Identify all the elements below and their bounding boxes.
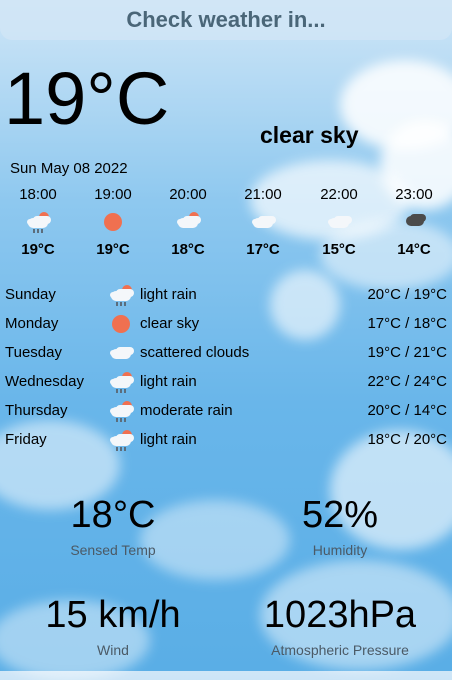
hourly-item: 21:00 17°C xyxy=(233,186,293,258)
day-temp-range: 20°C / 14°C xyxy=(367,402,447,419)
day-name: Sunday xyxy=(5,286,56,303)
pressure-value: 1023hPa xyxy=(263,594,417,636)
search-label: Check weather in... xyxy=(126,7,326,32)
sensed-temp-label: Sensed Temp xyxy=(70,542,156,558)
day-name: Wednesday xyxy=(5,373,84,390)
hourly-item: 23:00 14°C xyxy=(384,186,444,258)
cloud-icon xyxy=(108,340,134,366)
current-date: Sun May 08 2022 xyxy=(10,160,128,177)
cloud-icon xyxy=(309,207,369,237)
sun-icon xyxy=(108,311,134,337)
daily-row: Friday light rain 18°C / 20°C xyxy=(0,427,452,456)
hourly-temp: 17°C xyxy=(246,241,280,258)
daily-row: Monday clear sky 17°C / 18°C xyxy=(0,311,452,340)
humidity-label: Humidity xyxy=(312,542,368,558)
day-name: Tuesday xyxy=(5,344,62,361)
day-name: Thursday xyxy=(5,402,68,419)
day-temp-range: 19°C / 21°C xyxy=(367,344,447,361)
day-condition: moderate rain xyxy=(140,402,233,419)
hourly-forecast: 18:00 19°C 19:00 19°C 20:00 18°C 21:00 17°C 22:0… xyxy=(0,186,452,266)
hourly-time: 19:00 xyxy=(94,186,132,203)
sensed-temp-value: 18°C xyxy=(70,494,156,536)
hourly-temp: 18°C xyxy=(171,241,205,258)
daily-forecast: Sunday light rain 20°C / 19°C Monday clear s… xyxy=(0,282,452,456)
dark-cloud-icon xyxy=(384,207,444,237)
day-temp-range: 22°C / 24°C xyxy=(367,373,447,390)
hourly-time: 21:00 xyxy=(244,186,282,203)
hourly-temp: 19°C xyxy=(21,241,55,258)
humidity-stat: 52% Humidity xyxy=(230,496,450,558)
sensed-temp-stat: 18°C Sensed Temp xyxy=(3,496,223,558)
daily-row: Wednesday light rain 22°C / 24°C xyxy=(0,369,452,398)
current-temperature: 19°C xyxy=(4,57,170,140)
day-temp-range: 18°C / 20°C xyxy=(367,431,447,448)
light-rain-icon xyxy=(108,427,134,453)
light-rain-icon xyxy=(8,207,68,237)
day-condition: clear sky xyxy=(140,315,200,332)
light-rain-icon xyxy=(108,282,134,308)
pressure-label: Atmospheric Pressure xyxy=(271,642,409,658)
hourly-temp: 15°C xyxy=(322,241,356,258)
daily-row: Thursday moderate rain 20°C / 14°C xyxy=(0,398,452,427)
hourly-time: 23:00 xyxy=(395,186,433,203)
hourly-time: 22:00 xyxy=(320,186,358,203)
daily-row: Tuesday scattered clouds 19°C / 21°C xyxy=(0,340,452,369)
hourly-item: 18:00 19°C xyxy=(8,186,68,258)
search-bar[interactable]: Check weather in... xyxy=(0,0,452,40)
day-temp-range: 20°C / 19°C xyxy=(367,286,447,303)
day-name: Monday xyxy=(5,315,59,332)
hourly-temp: 19°C xyxy=(96,241,130,258)
partly-cloudy-icon xyxy=(158,207,218,237)
hourly-temp: 14°C xyxy=(397,241,431,258)
day-condition: light rain xyxy=(140,286,197,303)
day-name: Friday xyxy=(5,431,47,448)
hourly-item: 22:00 15°C xyxy=(309,186,369,258)
day-condition: light rain xyxy=(140,373,197,390)
rain-icon xyxy=(108,398,134,424)
wind-value: 15 km/h xyxy=(45,594,181,636)
hourly-time: 18:00 xyxy=(19,186,57,203)
sun-icon xyxy=(83,207,143,237)
hourly-item: 20:00 18°C xyxy=(158,186,218,258)
cloud-icon xyxy=(233,207,293,237)
current-description: clear sky xyxy=(260,122,359,148)
daily-row: Sunday light rain 20°C / 19°C xyxy=(0,282,452,311)
hourly-time: 20:00 xyxy=(169,186,207,203)
wind-label: Wind xyxy=(97,642,129,658)
light-rain-icon xyxy=(108,369,134,395)
day-temp-range: 17°C / 18°C xyxy=(367,315,447,332)
pressure-stat: 1023hPa Atmospheric Pressure xyxy=(230,596,450,658)
hourly-item: 19:00 19°C xyxy=(83,186,143,258)
day-condition: scattered clouds xyxy=(140,344,250,361)
day-condition: light rain xyxy=(140,431,197,448)
wind-stat: 15 km/h Wind xyxy=(3,596,223,658)
humidity-value: 52% xyxy=(301,494,379,536)
